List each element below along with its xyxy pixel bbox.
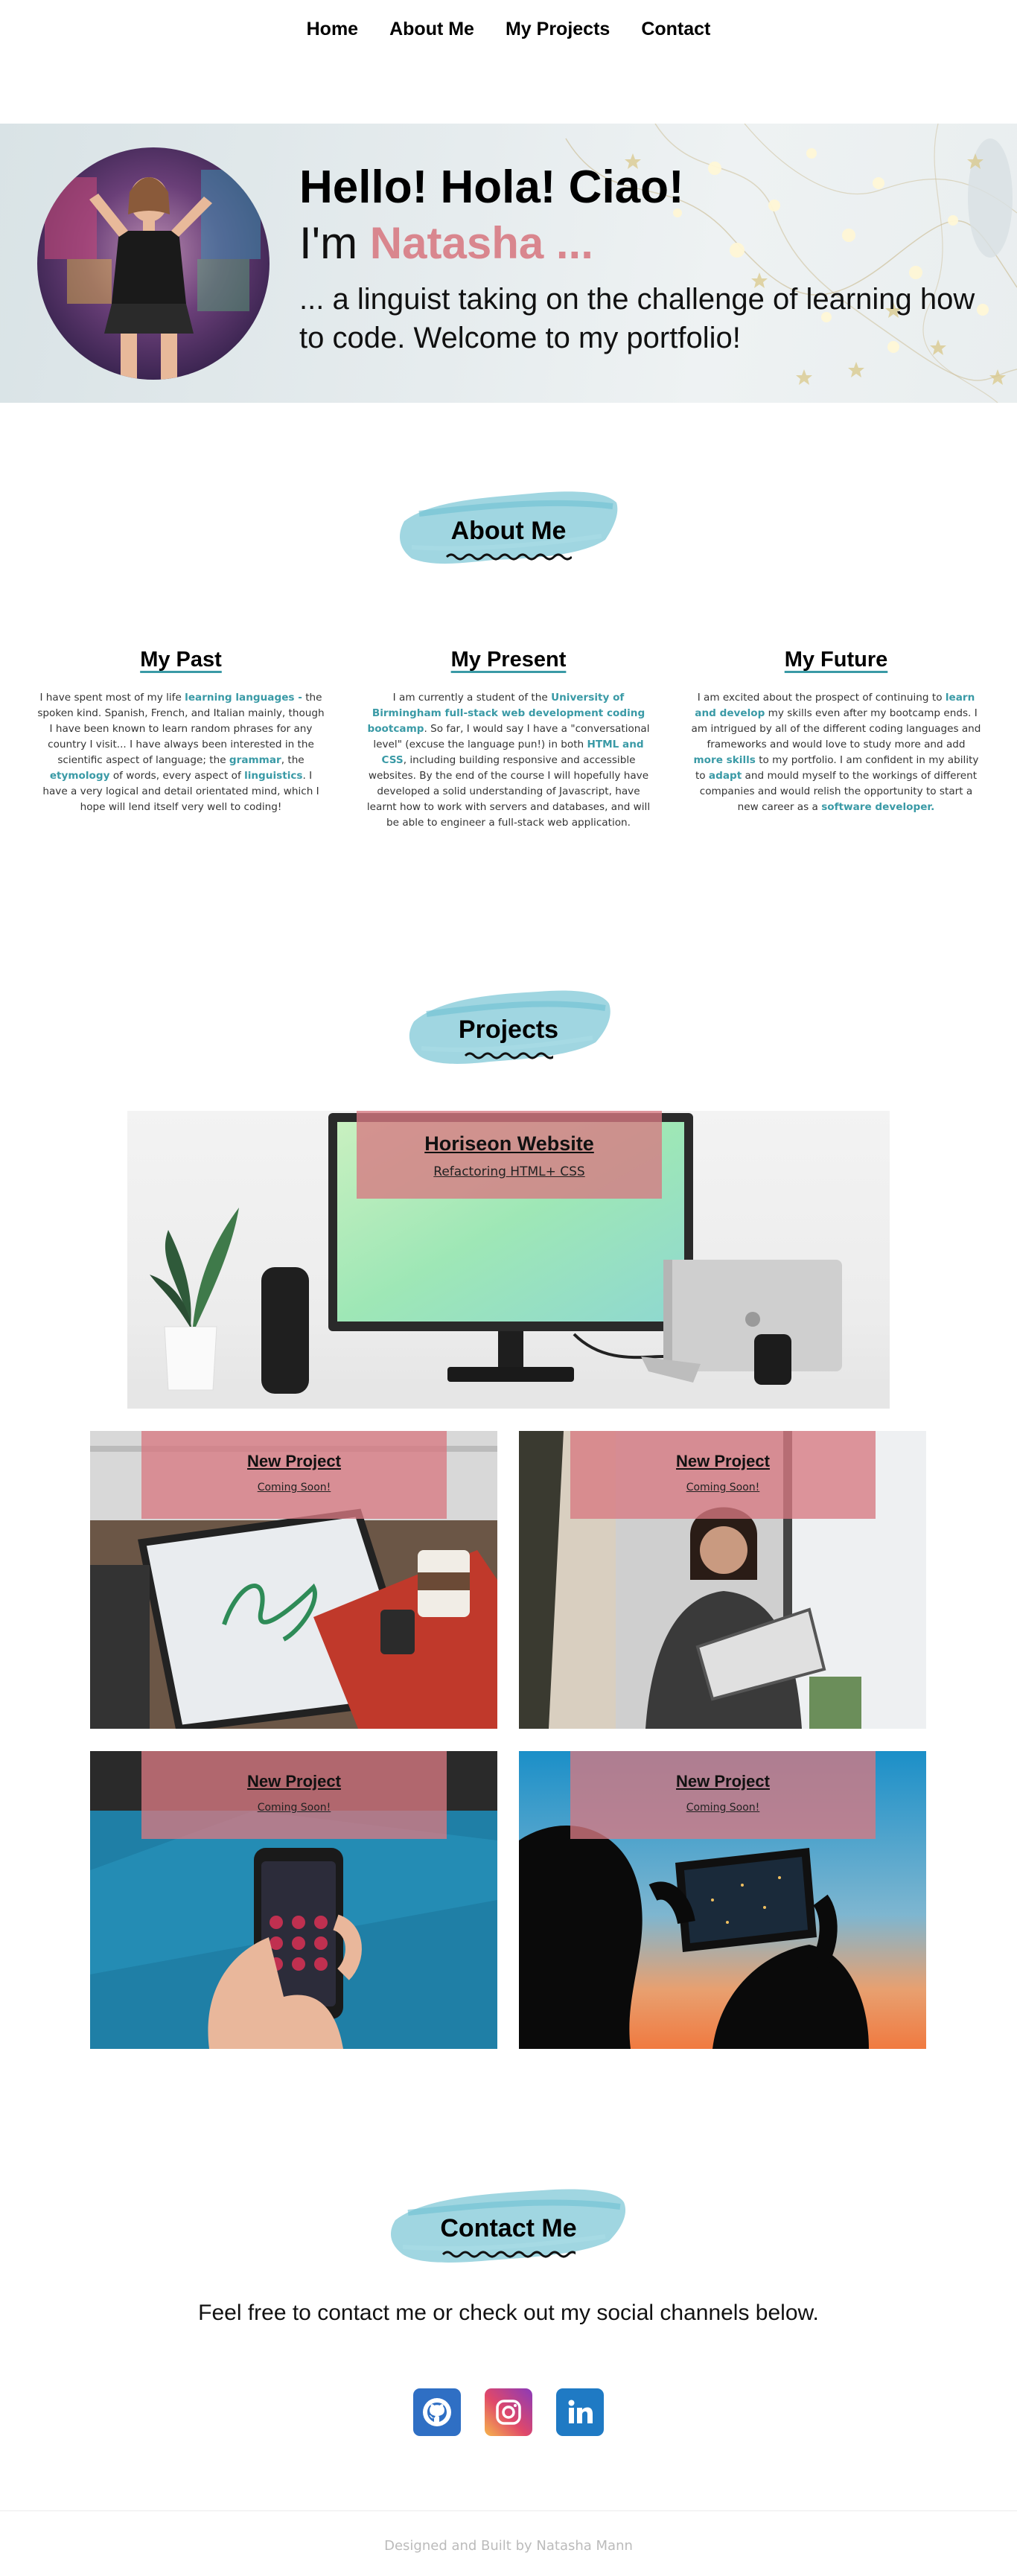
body-text: , including building responsive and acce… bbox=[366, 754, 651, 829]
nav-about-link[interactable]: About Me bbox=[389, 19, 474, 40]
about-column-text: I am excited about the prospect of conti… bbox=[691, 690, 981, 815]
project-card[interactable]: New Project Coming Soon! bbox=[90, 1751, 497, 2049]
project-title-link[interactable]: New Project bbox=[141, 1770, 447, 1793]
contact-section-header: Contact Me bbox=[0, 2174, 1017, 2263]
github-icon[interactable] bbox=[413, 2388, 461, 2436]
about-column-text: I have spent most of my life learning la… bbox=[36, 690, 326, 815]
social-links bbox=[0, 2388, 1017, 2436]
project-title-link[interactable]: New Project bbox=[570, 1770, 876, 1793]
about-column-future: My Future I am excited about the prospec… bbox=[691, 648, 981, 815]
nav-contact-link[interactable]: Contact bbox=[641, 19, 710, 40]
project-subtitle-link[interactable]: Refactoring HTML+ CSS bbox=[357, 1161, 662, 1182]
project-card[interactable]: New Project Coming Soon! bbox=[90, 1431, 497, 1729]
footer: Designed and Built by Natasha Mann bbox=[0, 2510, 1017, 2576]
project-title-link[interactable]: New Project bbox=[570, 1450, 876, 1473]
squiggle-underline bbox=[464, 1052, 553, 1059]
hero-text: Hello! Hola! Ciao! I'm Natasha ... ... a… bbox=[299, 161, 999, 357]
project-overlay: New Project Coming Soon! bbox=[570, 1751, 876, 1839]
project-overlay: New Project Coming Soon! bbox=[141, 1751, 447, 1839]
about-column-heading: My Present bbox=[450, 648, 567, 672]
footer-credit: Designed and Built by Natasha Mann bbox=[384, 2538, 633, 2554]
linkedin-icon[interactable] bbox=[556, 2388, 604, 2436]
nav-home-link[interactable]: Home bbox=[307, 19, 358, 40]
project-overlay: Horiseon Website Refactoring HTML+ CSS bbox=[357, 1111, 662, 1199]
project-card[interactable]: New Project Coming Soon! bbox=[519, 1431, 926, 1729]
project-subtitle-link[interactable]: Coming Soon! bbox=[570, 1799, 876, 1817]
about-column-heading: My Past bbox=[140, 648, 222, 672]
about-column-heading: My Future bbox=[784, 648, 888, 672]
hero-greeting: Hello! Hola! Ciao! bbox=[299, 162, 684, 213]
body-text: of words, every aspect of bbox=[109, 770, 245, 782]
highlighted-text: software developer. bbox=[821, 801, 935, 813]
body-text: I am currently a student of the bbox=[392, 692, 552, 704]
highlighted-text: more skills bbox=[693, 754, 756, 766]
project-title-link[interactable]: Horiseon Website bbox=[357, 1130, 662, 1157]
hero-intro-prefix: I'm bbox=[299, 218, 370, 268]
highlighted-text: grammar bbox=[229, 754, 281, 766]
highlighted-text: etymology bbox=[49, 770, 110, 782]
squiggle-underline bbox=[445, 553, 572, 561]
highlighted-text: learning languages - bbox=[185, 692, 302, 704]
about-section-title: About Me bbox=[450, 517, 567, 545]
body-text: , the bbox=[281, 754, 305, 766]
project-overlay: New Project Coming Soon! bbox=[570, 1431, 876, 1519]
profile-photo bbox=[37, 147, 270, 380]
body-text: I am excited about the prospect of conti… bbox=[697, 692, 946, 704]
contact-section-title: Contact Me bbox=[440, 2214, 577, 2242]
project-subtitle-link[interactable]: Coming Soon! bbox=[141, 1479, 447, 1496]
hero-name: Natasha ... bbox=[369, 218, 593, 268]
body-text: I have spent most of my life bbox=[39, 692, 185, 704]
project-title-link[interactable]: New Project bbox=[141, 1450, 447, 1473]
projects-section-header: Projects bbox=[0, 975, 1017, 1065]
hero-banner: Hello! Hola! Ciao! I'm Natasha ... ... a… bbox=[0, 124, 1017, 403]
about-column-text: I am currently a student of the Universi… bbox=[363, 690, 654, 831]
highlighted-text: linguistics bbox=[244, 770, 303, 782]
highlighted-text: adapt bbox=[708, 770, 742, 782]
instagram-icon[interactable] bbox=[485, 2388, 532, 2436]
project-overlay: New Project Coming Soon! bbox=[141, 1431, 447, 1519]
squiggle-underline bbox=[441, 2251, 576, 2258]
about-column-present: My Present I am currently a student of t… bbox=[363, 648, 654, 831]
projects-section-title: Projects bbox=[458, 1016, 559, 1044]
featured-project-card[interactable]: Horiseon Website Refactoring HTML+ CSS bbox=[127, 1111, 890, 1409]
project-subtitle-link[interactable]: Coming Soon! bbox=[141, 1799, 447, 1817]
about-section-header: About Me bbox=[0, 476, 1017, 566]
contact-text: Feel free to contact me or check out my … bbox=[198, 2301, 819, 2325]
nav-projects-link[interactable]: My Projects bbox=[506, 19, 610, 40]
project-subtitle-link[interactable]: Coming Soon! bbox=[570, 1479, 876, 1496]
about-column-past: My Past I have spent most of my life lea… bbox=[36, 648, 326, 815]
hero-description: ... a linguist taking on the challenge o… bbox=[299, 283, 975, 354]
hero-intro: I'm Natasha ... bbox=[299, 214, 999, 272]
project-card[interactable]: New Project Coming Soon! bbox=[519, 1751, 926, 2049]
top-nav: Home About Me My Projects Contact bbox=[0, 0, 1017, 58]
